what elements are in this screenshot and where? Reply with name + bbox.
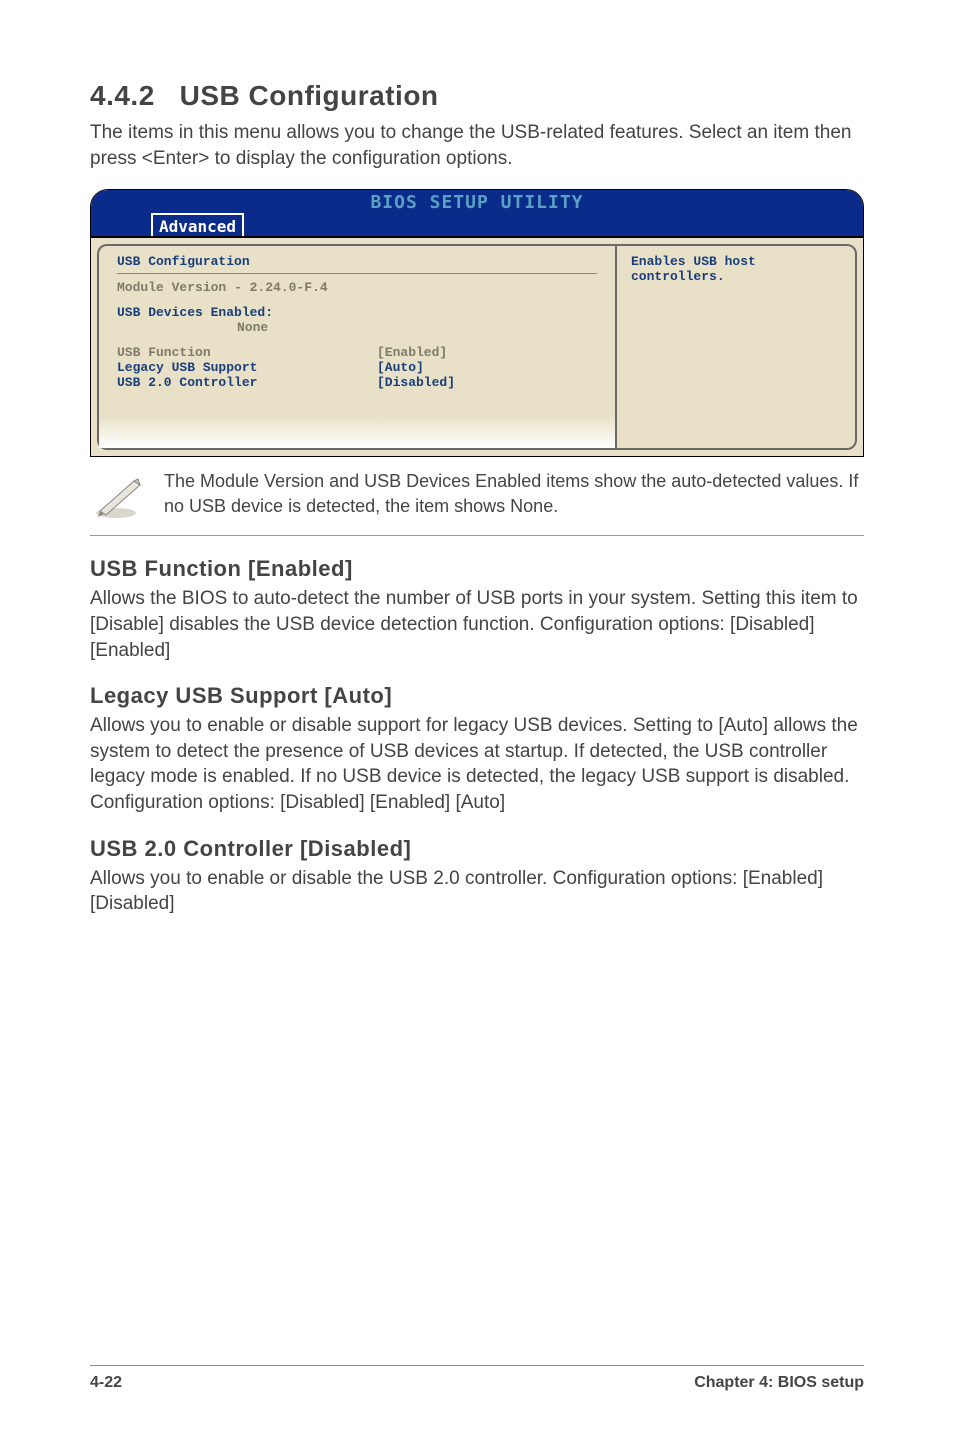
subsection-body: Allows the BIOS to auto-detect the numbe…: [90, 586, 864, 663]
section-title: USB Configuration: [180, 80, 439, 111]
bios-config-title: USB Configuration: [117, 254, 597, 269]
bios-tab-advanced[interactable]: Advanced: [151, 213, 244, 236]
intro-paragraph: The items in this menu allows you to cha…: [90, 120, 864, 171]
bios-devices-value: None: [117, 320, 597, 335]
bios-row-usb20[interactable]: USB 2.0 Controller [Disabled]: [117, 375, 597, 390]
note-icon: [94, 473, 146, 521]
page-number: 4-22: [90, 1374, 122, 1392]
bios-panel: BIOS SETUP UTILITY Advanced USB Configur…: [90, 189, 864, 457]
subsection-body: Allows you to enable or disable support …: [90, 713, 864, 816]
bios-row-value: [Auto]: [377, 360, 424, 375]
subsection-body: Allows you to enable or disable the USB …: [90, 866, 864, 917]
section-number: 4.4.2: [90, 80, 155, 111]
bios-devices-label: USB Devices Enabled:: [117, 305, 597, 320]
subsection-heading: USB Function [Enabled]: [90, 556, 864, 582]
bios-left-pane: USB Configuration Module Version - 2.24.…: [97, 244, 615, 450]
bios-help-text: Enables USB host controllers.: [631, 254, 841, 284]
bios-row-usb-function[interactable]: USB Function [Enabled]: [117, 345, 597, 360]
bios-row-legacy-usb[interactable]: Legacy USB Support [Auto]: [117, 360, 597, 375]
bios-row-label: Legacy USB Support: [117, 360, 377, 375]
divider: [117, 273, 597, 274]
bios-module-version: Module Version - 2.24.0-F.4: [117, 280, 597, 295]
bios-row-label: USB Function: [117, 345, 377, 360]
chapter-label: Chapter 4: BIOS setup: [694, 1374, 864, 1392]
bios-row-value: [Disabled]: [377, 375, 455, 390]
bios-title: BIOS SETUP UTILITY: [91, 192, 863, 213]
note-text: The Module Version and USB Devices Enabl…: [164, 469, 864, 518]
subsection-heading: USB 2.0 Controller [Disabled]: [90, 836, 864, 862]
bios-help-pane: Enables USB host controllers.: [615, 244, 857, 450]
note-box: The Module Version and USB Devices Enabl…: [90, 457, 864, 536]
bios-row-label: USB 2.0 Controller: [117, 375, 377, 390]
page-footer: 4-22 Chapter 4: BIOS setup: [90, 1365, 864, 1392]
section-heading: 4.4.2 USB Configuration: [90, 80, 864, 112]
subsection-heading: Legacy USB Support [Auto]: [90, 683, 864, 709]
bios-row-value: [Enabled]: [377, 345, 447, 360]
